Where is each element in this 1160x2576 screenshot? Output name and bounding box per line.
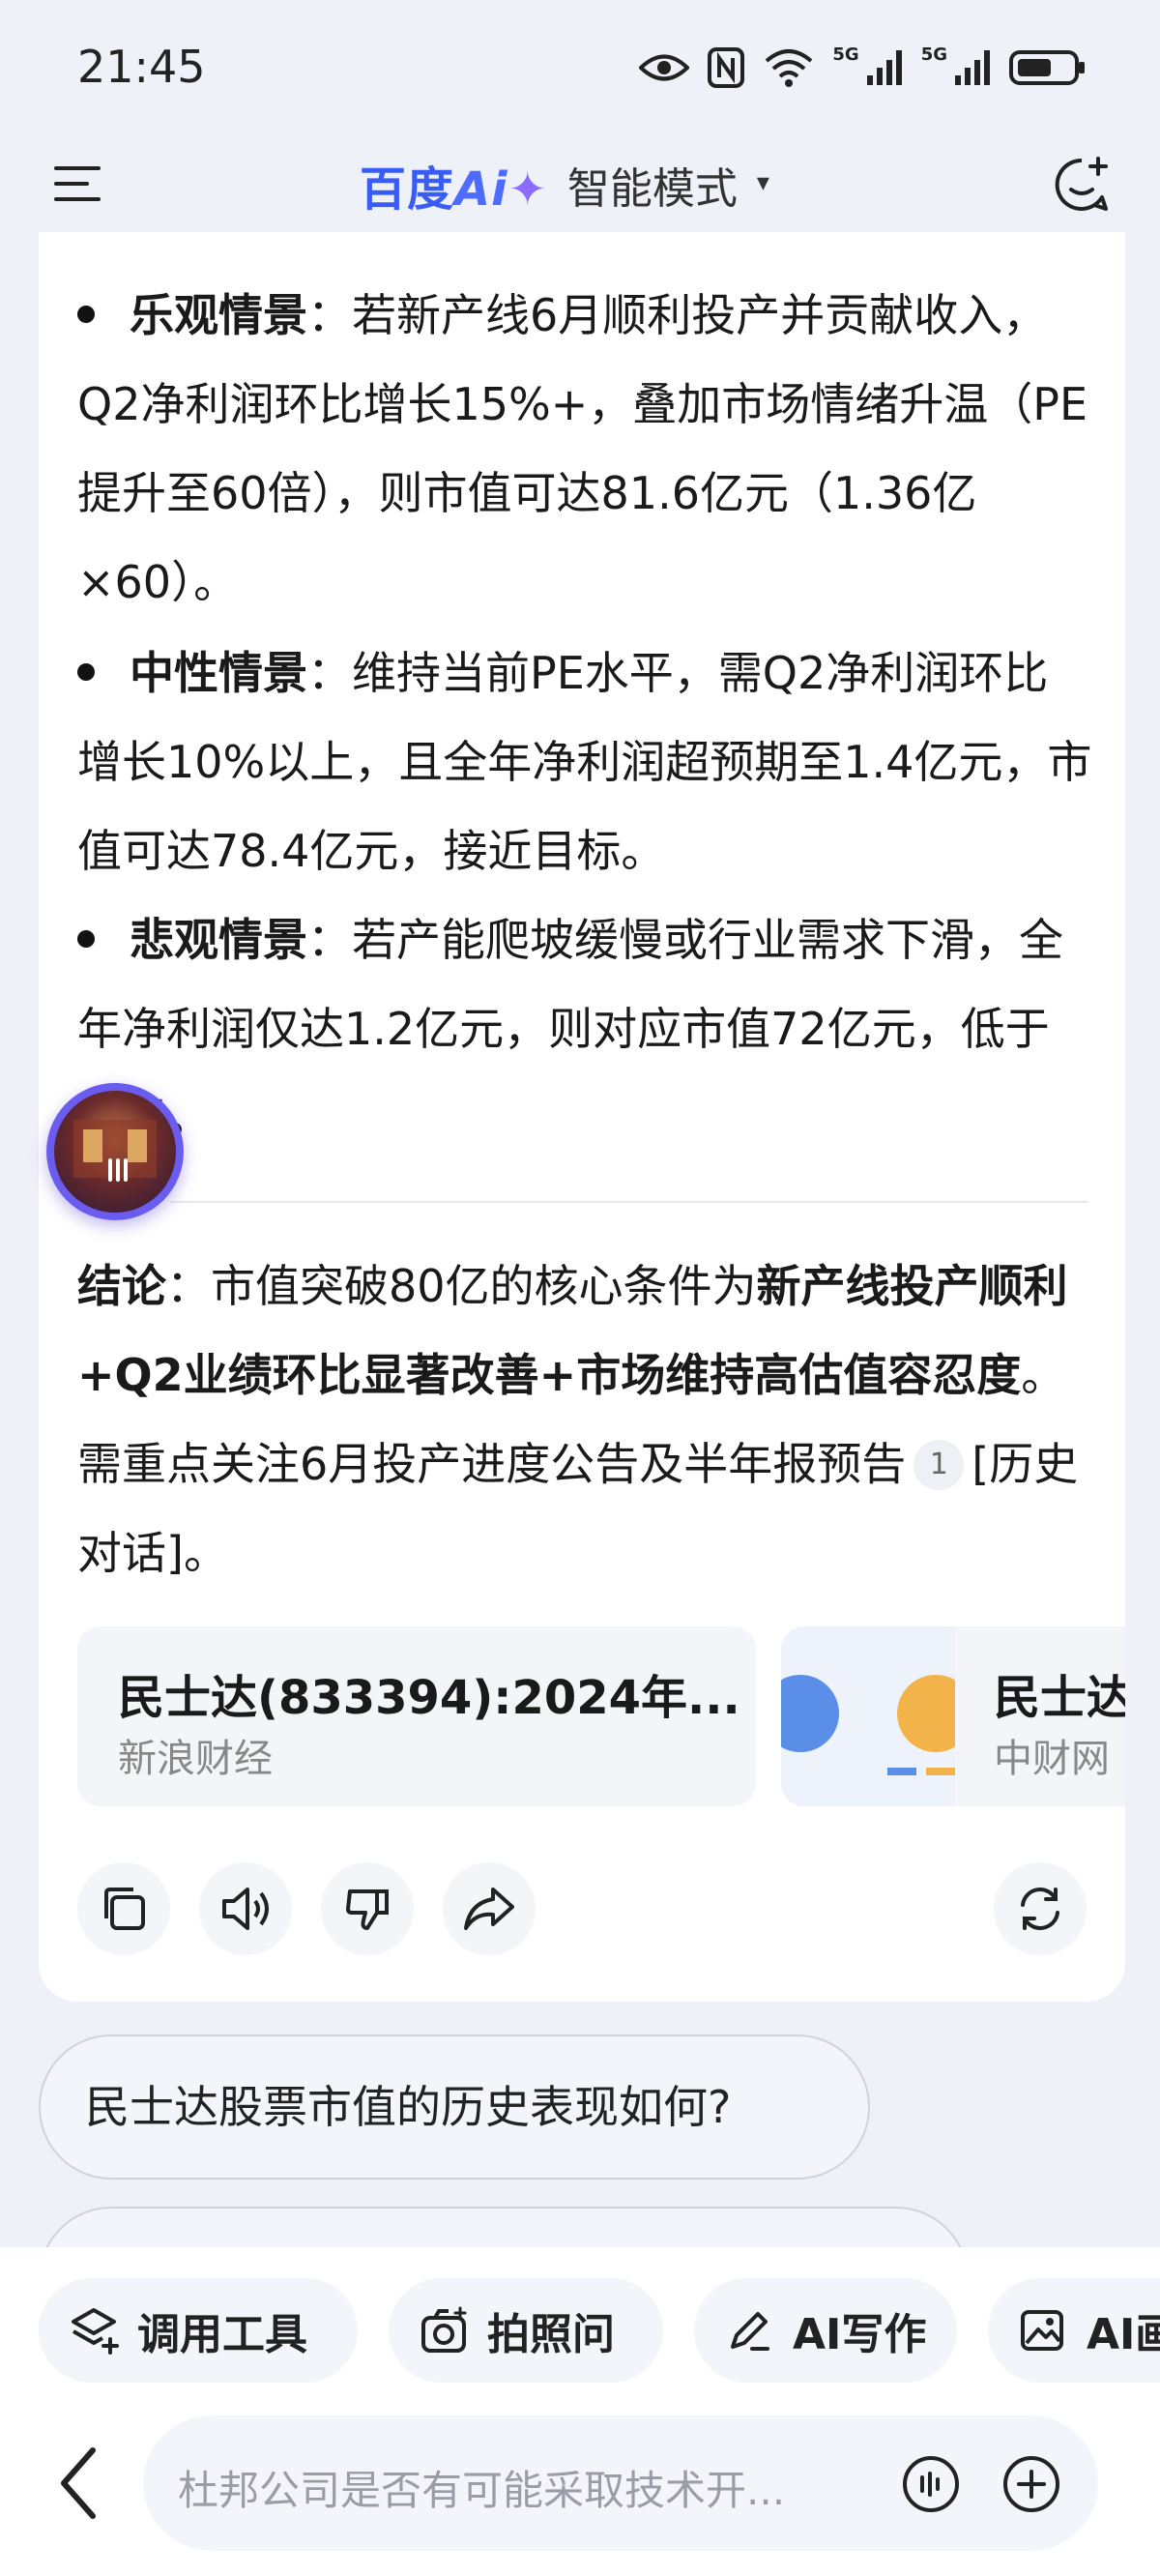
add-attachment-icon[interactable] [1001,2454,1061,2514]
tool-chip-ai-writing[interactable]: AI写作 [694,2278,957,2383]
tool-label: AI画 [1087,2310,1160,2359]
share-icon [464,1888,514,1930]
scenario-sep: ： [307,914,352,966]
tool-label: AI写作 [793,2310,927,2359]
source-title: 民士达(833394): [994,1671,1125,1725]
signal-icon [866,50,902,85]
source-cards: 民士达(833394):2024年... 新浪财经 民士达(833394): 中… [77,1626,1125,1806]
suggested-question[interactable]: 民士达股票市值的历史表现如何? [39,2034,870,2180]
scenario-term: 中性情景 [130,647,307,699]
source-title: 民士达(833394):2024年... [118,1671,740,1725]
chat-input[interactable]: 杜邦公司是否有可能采取技术开... [143,2415,1098,2551]
brand-text: 百度 [360,162,455,217]
conclusion-sep: ： [166,1260,211,1312]
image-edit-icon [1021,2310,1063,2351]
scenario-pessimistic: 悲观情景：若产能爬坡缓慢或行业需求下滑，全年净利润仅达1.2亿元，则对应市值72… [77,895,1092,1162]
scenario-sep: ： [307,647,352,699]
copy-icon [104,1888,145,1930]
camera-icon [421,2306,467,2353]
tool-label: 拍照问 [487,2310,615,2359]
answer-actions [77,1862,1087,1955]
read-aloud-button[interactable] [199,1862,292,1955]
scenario-term: 悲观情景 [130,914,307,966]
nfc-icon [708,47,745,88]
app-header: 百度Ai✦ 智能模式 ▾ [0,135,1160,242]
citation-badge[interactable]: 1 [914,1440,965,1490]
refresh-icon [1021,1888,1059,1930]
input-placeholder: 杜邦公司是否有可能采取技术开... [178,2467,786,2514]
brand-ai-text: Ai [454,162,508,217]
back-chevron-icon[interactable] [54,2444,102,2522]
share-button[interactable] [443,1862,536,1955]
caret-down-icon: ▾ [756,168,769,197]
scenario-optimistic: 乐观情景：若新产线6月顺利投产并贡献收入，Q2净利润环比增长15%+，叠加市场情… [77,271,1092,627]
signal-label-2: 5G [920,44,947,65]
signal-icon [955,50,990,85]
dislike-button[interactable] [321,1862,414,1955]
source-card[interactable]: 民士达(833394):2024年... 新浪财经 [77,1626,756,1806]
tool-chip-ai-drawing[interactable]: AI画 [988,2278,1160,2383]
tool-chip-photo-ask[interactable]: 拍照问 [389,2278,663,2383]
conclusion-label: 结论 [77,1260,166,1312]
thumbs-down-icon [346,1889,389,1930]
source-card[interactable]: 民士达(833394): 中财网 [781,1626,1125,1806]
regenerate-button[interactable] [994,1862,1087,1955]
baidu-ai-logo: 百度Ai✦ [360,151,548,219]
sparkle-icon: ✦ [508,162,548,217]
mode-label: 智能模式 [566,164,738,214]
floating-avatar[interactable] [46,1083,184,1220]
voice-input-icon[interactable] [901,2454,961,2514]
status-time: 21:45 [77,41,206,93]
section-divider [170,1201,1088,1203]
avatar-art [73,1120,157,1182]
source-thumbnail [781,1626,974,1806]
brand-mode-selector[interactable]: 百度Ai✦ 智能模式 ▾ [360,151,769,219]
tool-label: 调用工具 [137,2310,307,2359]
layers-plus-icon [72,2308,119,2355]
tool-chips: 调用工具 拍照问 AI写作 AI画 [39,2278,1160,2383]
bullet-dot [77,306,95,323]
scenario-sep: ： [307,289,352,341]
status-bar: 21:45 5G 5G [0,0,1160,135]
status-icons: 5G 5G [639,44,1087,89]
conclusion-paragraph: 结论：市值突破80亿的核心条件为新产线投产顺利+Q2业绩环比显著改善+市场维持高… [77,1242,1092,1597]
battery-icon [1009,50,1085,85]
tool-chip-call-tools[interactable]: 调用工具 [39,2278,358,2383]
pie-chart-thumbnail [781,1626,974,1806]
scenario-neutral: 中性情景：维持当前PE水平，需Q2净利润环比增长10%以上，且全年净利润超预期至… [77,629,1092,895]
speaker-icon [222,1888,269,1930]
scenario-term: 乐观情景 [130,289,307,341]
copy-button[interactable] [77,1862,170,1955]
signal-label-1: 5G [832,44,859,65]
conclusion-text-1: 市值突破80亿的核心条件为 [211,1260,757,1312]
bullet-dot [77,930,95,948]
wifi-icon [766,49,813,87]
pen-icon [731,2312,769,2351]
eye-icon [639,54,690,81]
menu-icon[interactable] [50,157,104,211]
new-chat-icon[interactable] [1052,155,1112,215]
bullet-dot [77,663,95,681]
source-publisher: 新浪财经 [118,1737,273,1781]
source-publisher: 中财网 [994,1737,1110,1781]
